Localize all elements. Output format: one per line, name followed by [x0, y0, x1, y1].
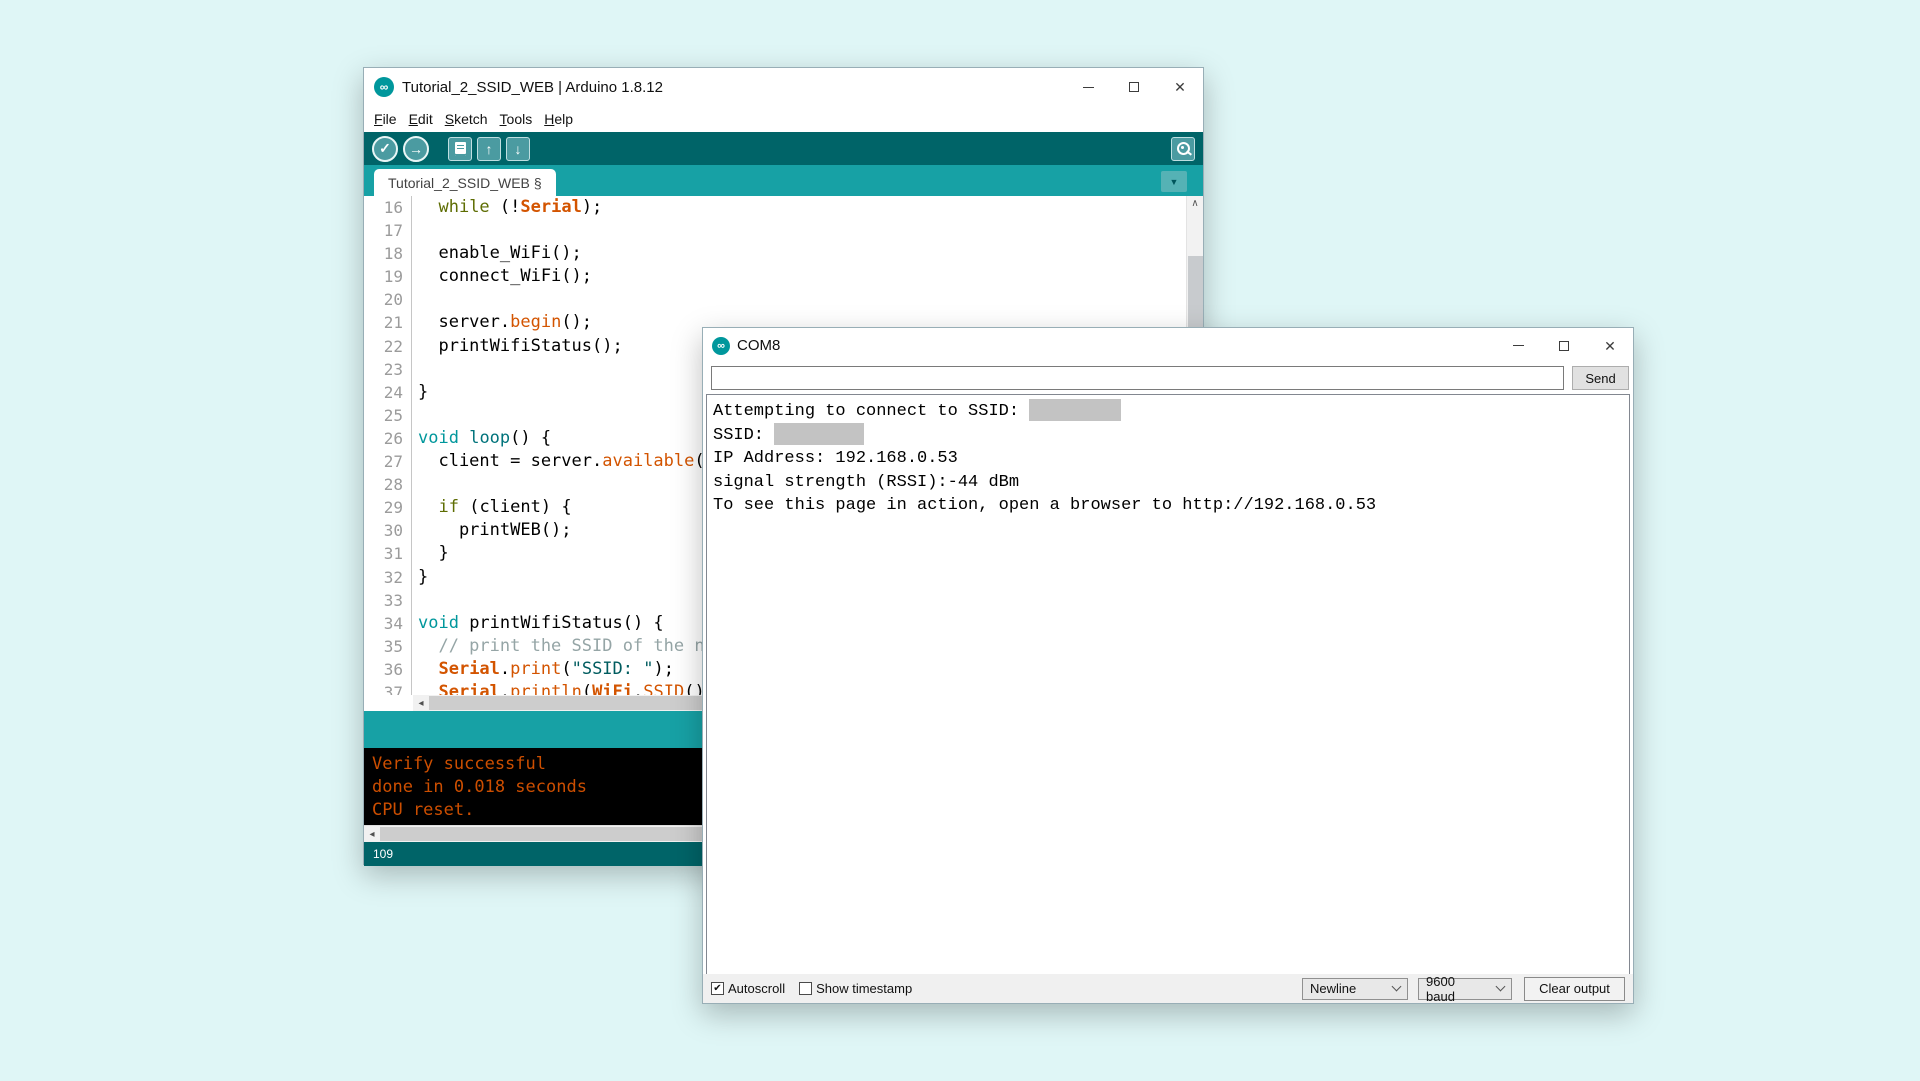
line-number: 31 [364, 542, 412, 565]
right-arrow-icon: → [409, 141, 423, 157]
serial-maximize-button[interactable] [1541, 328, 1587, 363]
up-arrow-icon: ↑ [486, 141, 493, 157]
chevron-down-icon [1496, 982, 1506, 992]
line-number: 19 [364, 265, 412, 288]
code-line: 17 [364, 219, 1203, 242]
upload-button[interactable]: → [403, 136, 429, 162]
arduino-logo-icon: ∞ [712, 337, 730, 355]
send-button[interactable]: Send [1572, 366, 1629, 390]
line-number: 16 [364, 196, 412, 219]
line-number: 27 [364, 450, 412, 473]
ide-menubar: FileEditSketchToolsHelp [364, 106, 1203, 132]
save-button[interactable]: ↓ [506, 137, 530, 161]
serial-output-line: signal strength (RSSI):-44 dBm [713, 471, 1623, 494]
cursor-line-indicator: 109 [373, 847, 393, 861]
ide-toolbar: ✓ → ↑ ↓ [364, 132, 1203, 165]
line-number: 28 [364, 473, 412, 496]
check-icon: ✓ [379, 140, 391, 157]
baud-rate-select[interactable]: 9600 baud [1418, 978, 1512, 1000]
line-number: 18 [364, 242, 412, 265]
tab-modified-indicator: § [534, 175, 542, 191]
line-number: 37 [364, 681, 412, 695]
clear-output-button[interactable]: Clear output [1524, 977, 1625, 1001]
menu-help[interactable]: Help [538, 111, 579, 127]
magnifier-icon [1181, 146, 1184, 149]
menu-file[interactable]: File [368, 111, 403, 127]
chevron-down-icon: ▼ [1170, 177, 1179, 187]
verify-button[interactable]: ✓ [372, 136, 398, 162]
code-line: 16 while (!Serial); [364, 196, 1203, 219]
baud-rate-value: 9600 baud [1426, 974, 1487, 1004]
down-arrow-icon: ↓ [515, 141, 522, 157]
ide-minimize-button[interactable] [1065, 68, 1111, 106]
line-number: 23 [364, 358, 412, 381]
line-number: 24 [364, 381, 412, 404]
serial-output-line: SSID: [713, 423, 1623, 447]
show-timestamp-checkbox[interactable]: Show timestamp [799, 981, 912, 996]
checkbox-unchecked-icon [799, 982, 812, 995]
maximize-icon [1129, 82, 1139, 92]
line-number: 34 [364, 612, 412, 635]
autoscroll-checkbox[interactable]: ✔ Autoscroll [711, 981, 785, 996]
scroll-left-icon[interactable]: ◂ [413, 695, 429, 711]
serial-titlebar[interactable]: ∞ COM8 ✕ [703, 328, 1633, 363]
serial-bottom-bar: ✔ Autoscroll Show timestamp Newline 9600… [703, 974, 1633, 1003]
menu-sketch[interactable]: Sketch [439, 111, 494, 127]
minimize-icon [1083, 87, 1094, 88]
line-number: 35 [364, 635, 412, 658]
serial-close-button[interactable]: ✕ [1587, 328, 1633, 363]
scroll-left-icon[interactable]: ◂ [364, 826, 380, 842]
code-line: 20 [364, 288, 1203, 311]
ide-tabstrip: Tutorial_2_SSID_WEB § ▼ [364, 165, 1203, 196]
line-number: 29 [364, 496, 412, 519]
line-number: 36 [364, 658, 412, 681]
line-ending-select[interactable]: Newline [1302, 978, 1408, 1000]
tab-tutorial-2-ssid-web[interactable]: Tutorial_2_SSID_WEB § [374, 169, 556, 196]
line-number: 30 [364, 519, 412, 542]
tab-label: Tutorial_2_SSID_WEB [388, 175, 530, 191]
code-line: 19 connect_WiFi(); [364, 265, 1203, 288]
redacted-text [1029, 399, 1121, 421]
serial-monitor-button[interactable] [1171, 137, 1195, 161]
code-line: 18 enable_WiFi(); [364, 242, 1203, 265]
line-ending-value: Newline [1310, 981, 1356, 996]
line-number: 17 [364, 219, 412, 242]
open-button[interactable]: ↑ [477, 137, 501, 161]
new-sketch-button[interactable] [448, 137, 472, 161]
serial-output-line: IP Address: 192.168.0.53 [713, 447, 1623, 470]
redacted-text [774, 423, 864, 445]
scroll-up-icon[interactable]: ∧ [1187, 196, 1203, 211]
show-timestamp-label: Show timestamp [816, 981, 912, 996]
document-icon [455, 142, 466, 156]
chevron-down-icon [1392, 982, 1402, 992]
menu-edit[interactable]: Edit [403, 111, 439, 127]
tab-list-dropdown-button[interactable]: ▼ [1161, 171, 1187, 192]
checkbox-checked-icon: ✔ [711, 982, 724, 995]
serial-window-title: COM8 [737, 337, 780, 354]
serial-monitor-window: ∞ COM8 ✕ Send Attempting to connect to S… [702, 327, 1634, 1004]
maximize-icon [1559, 341, 1569, 351]
serial-output-area[interactable]: Attempting to connect to SSID: SSID: IP … [706, 394, 1630, 976]
serial-minimize-button[interactable] [1495, 328, 1541, 363]
ide-maximize-button[interactable] [1111, 68, 1157, 106]
serial-output-line: Attempting to connect to SSID: [713, 399, 1623, 423]
minimize-icon [1513, 345, 1524, 346]
menu-tools[interactable]: Tools [494, 111, 539, 127]
line-number: 33 [364, 589, 412, 612]
autoscroll-label: Autoscroll [728, 981, 785, 996]
arduino-logo-icon: ∞ [374, 77, 394, 97]
serial-output-line: To see this page in action, open a brows… [713, 494, 1623, 517]
ide-window-title: Tutorial_2_SSID_WEB | Arduino 1.8.12 [402, 79, 663, 96]
line-number: 21 [364, 311, 412, 334]
line-number: 32 [364, 566, 412, 589]
line-number: 26 [364, 427, 412, 450]
line-number: 25 [364, 404, 412, 427]
ide-titlebar[interactable]: ∞ Tutorial_2_SSID_WEB | Arduino 1.8.12 ✕ [364, 68, 1203, 106]
ide-close-button[interactable]: ✕ [1157, 68, 1203, 106]
line-number: 22 [364, 335, 412, 358]
serial-send-row: Send [703, 363, 1633, 394]
line-number: 20 [364, 288, 412, 311]
serial-send-input[interactable] [711, 366, 1564, 390]
